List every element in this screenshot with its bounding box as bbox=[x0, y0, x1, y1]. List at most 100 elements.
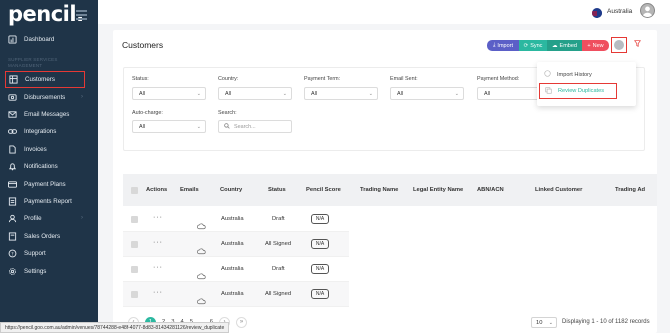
sidebar-item-label: Integrations bbox=[24, 127, 57, 135]
support-icon: ? bbox=[8, 249, 17, 258]
email-cloud-icon bbox=[197, 267, 206, 280]
payment-term-filter-label: Payment Term: bbox=[304, 76, 341, 82]
chevron-right-icon: › bbox=[81, 215, 83, 221]
sidebar-item-settings[interactable]: Settings bbox=[5, 263, 85, 279]
sidebar-item-label: Payments Report bbox=[24, 197, 72, 205]
last-page-button[interactable]: » bbox=[236, 316, 248, 328]
sidebar-item-integrations[interactable]: Integrations bbox=[5, 123, 85, 139]
row-country: Australia bbox=[221, 241, 244, 247]
customers-icon bbox=[9, 75, 18, 84]
row-country: Australia bbox=[221, 216, 244, 222]
sidebar: pencil. Dashboard SUPPLIER SERVICES MANAG… bbox=[0, 0, 98, 333]
row-pencil-score: N/A bbox=[311, 289, 329, 299]
sidebar-item-payment-plans[interactable]: Payment Plans bbox=[5, 176, 85, 192]
country-filter-value: All bbox=[225, 90, 231, 97]
duplicate-icon bbox=[545, 86, 552, 96]
email-cloud-icon bbox=[197, 217, 206, 230]
search-input[interactable]: Search... bbox=[218, 120, 292, 133]
search-icon bbox=[224, 122, 230, 131]
sidebar-item-label: Support bbox=[24, 249, 46, 257]
auto-charge-filter-select[interactable]: All ⌄ bbox=[132, 120, 206, 133]
sidebar-item-dashboard[interactable]: Dashboard bbox=[5, 31, 85, 47]
table-row[interactable]: ··· Australia Draft N/A bbox=[123, 257, 349, 282]
status-filter-select[interactable]: All ⌄ bbox=[132, 87, 206, 100]
plus-icon: + bbox=[587, 42, 591, 49]
email-cloud-icon bbox=[197, 292, 206, 305]
sync-icon: ⟳ bbox=[523, 42, 529, 49]
sidebar-item-label: Customers bbox=[25, 76, 55, 83]
table-row[interactable]: ··· Australia All Signed N/A bbox=[123, 232, 349, 257]
column-trading-name: Trading Name bbox=[360, 187, 399, 193]
import-button[interactable]: ⤓ Import bbox=[487, 40, 519, 51]
sidebar-item-invoices[interactable]: Invoices bbox=[5, 141, 85, 157]
more-options-dropdown: Import History Review Duplicates bbox=[537, 62, 636, 106]
mail-icon bbox=[8, 110, 17, 119]
import-label: Import bbox=[497, 42, 514, 49]
bell-icon bbox=[8, 162, 17, 171]
column-pencil-score: Pencil Score bbox=[306, 187, 341, 193]
user-icon bbox=[8, 214, 17, 223]
payment-term-filter-select[interactable]: All ⌄ bbox=[304, 87, 378, 100]
sidebar-item-support[interactable]: ? Support bbox=[5, 245, 85, 261]
sidebar-item-label: Sales Orders bbox=[24, 232, 61, 240]
row-actions-menu[interactable]: ··· bbox=[153, 264, 163, 271]
country-selector[interactable]: Australia bbox=[607, 8, 632, 15]
sidebar-item-profile[interactable]: Profile › bbox=[5, 210, 85, 226]
user-avatar[interactable] bbox=[640, 3, 655, 18]
country-filter-select[interactable]: All ⌄ bbox=[218, 87, 292, 100]
invoice-icon bbox=[8, 144, 17, 154]
row-checkbox[interactable] bbox=[131, 216, 138, 223]
column-trading-address: Trading Ad bbox=[615, 187, 646, 193]
row-pencil-score: N/A bbox=[311, 239, 329, 249]
embed-label: Embed bbox=[559, 42, 577, 49]
import-history-menu-item[interactable]: Import History bbox=[544, 70, 592, 79]
table-row[interactable]: ··· Australia Draft N/A bbox=[123, 207, 349, 232]
table-row[interactable]: ··· Australia All Signed N/A bbox=[123, 282, 349, 307]
disbursements-icon bbox=[8, 93, 17, 102]
history-icon bbox=[544, 70, 551, 79]
per-page-select[interactable]: 10 ⌄ bbox=[531, 317, 557, 328]
records-count: Displaying 1 - 10 of 1182 records bbox=[562, 319, 650, 325]
column-actions: Actions bbox=[146, 187, 168, 193]
chevron-down-icon: ⌄ bbox=[368, 91, 373, 97]
more-options-button[interactable] bbox=[613, 39, 624, 50]
sync-button[interactable]: ⟳ Sync bbox=[519, 40, 547, 51]
sidebar-item-email-messages[interactable]: Email Messages bbox=[5, 106, 85, 122]
email-sent-filter-select[interactable]: All ⌄ bbox=[390, 87, 464, 100]
sidebar-item-payments-report[interactable]: Payments Report bbox=[5, 193, 85, 209]
auto-charge-filter-label: Auto-charge: bbox=[132, 110, 163, 116]
row-checkbox[interactable] bbox=[131, 241, 138, 248]
status-bar-url: https://pencil.goo.com.au/admin/venues/7… bbox=[0, 322, 230, 333]
embed-icon: ☁ bbox=[552, 42, 558, 49]
more-options-highlight bbox=[611, 37, 627, 53]
row-actions-menu[interactable]: ··· bbox=[153, 214, 163, 221]
embed-button[interactable]: ☁ Embed bbox=[547, 40, 582, 51]
sidebar-item-customers[interactable]: Customers bbox=[5, 71, 85, 88]
menu-toggle-icon[interactable] bbox=[76, 10, 87, 22]
pencil-logo[interactable]: pencil. bbox=[8, 2, 84, 26]
row-status: Draft bbox=[272, 266, 285, 272]
row-country: Australia bbox=[221, 291, 244, 297]
search-placeholder: Search... bbox=[234, 123, 256, 130]
email-sent-filter-label: Email Sent: bbox=[390, 76, 418, 82]
status-filter-label: Status: bbox=[132, 76, 149, 82]
row-actions-menu[interactable]: ··· bbox=[153, 239, 163, 246]
row-checkbox[interactable] bbox=[131, 291, 138, 298]
sidebar-item-disbursements[interactable]: Disbursements › bbox=[5, 89, 85, 105]
search-label: Search: bbox=[218, 110, 237, 116]
chevron-down-icon: ⌄ bbox=[454, 91, 459, 97]
row-checkbox[interactable] bbox=[131, 266, 138, 273]
payment-term-filter-value: All bbox=[311, 90, 317, 97]
sidebar-item-label: Email Messages bbox=[24, 110, 70, 118]
filter-icon[interactable] bbox=[634, 40, 641, 49]
new-button[interactable]: + New bbox=[582, 40, 609, 51]
email-sent-filter-value: All bbox=[397, 90, 403, 97]
review-duplicates-label: Review Duplicates bbox=[558, 88, 605, 94]
sidebar-item-notifications[interactable]: Notifications bbox=[5, 158, 85, 174]
review-duplicates-menu-item[interactable]: Review Duplicates bbox=[539, 83, 617, 99]
row-actions-menu[interactable]: ··· bbox=[153, 289, 163, 296]
sidebar-item-label: Settings bbox=[24, 267, 47, 275]
dashboard-icon bbox=[8, 34, 17, 44]
sidebar-item-sales-orders[interactable]: Sales Orders bbox=[5, 228, 85, 244]
select-all-checkbox[interactable] bbox=[131, 187, 138, 194]
